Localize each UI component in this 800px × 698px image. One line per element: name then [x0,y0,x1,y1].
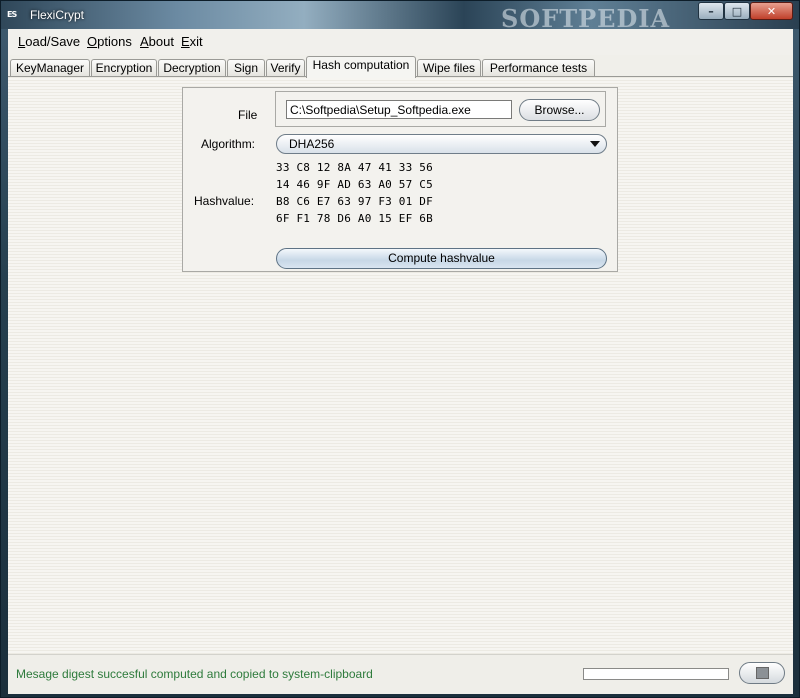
tab-performance-tests[interactable]: Performance tests [482,59,595,77]
client-area: Load/Save Options About Exit KeyManager … [8,29,793,694]
tab-strip: KeyManager Encryption Decryption Sign Ve… [10,56,793,78]
hashvalue-output[interactable]: 33 C8 12 8A 47 41 33 56 14 46 9F AD 63 A… [276,159,607,247]
browse-button[interactable]: Browse... [519,99,600,121]
hash-line: 6F F1 78 D6 A0 15 EF 6B [276,212,433,225]
menu-options[interactable]: Options [87,34,132,49]
stop-button[interactable] [739,662,785,684]
hash-computation-page: File Browse... Algorithm: DHA256 Hashval… [8,77,793,654]
menu-label: xit [189,34,203,49]
app-icon: ES [7,10,17,19]
menu-bar: Load/Save Options About Exit [8,29,793,55]
app-window: ES FlexiCrypt SOFTPEDIA – □ ✕ Load/Save … [0,0,800,698]
tab-wipe-files[interactable]: Wipe files [417,59,481,77]
file-label: File [238,108,258,122]
hash-line: 14 46 9F AD 63 A0 57 C5 [276,178,433,191]
algorithm-select[interactable]: DHA256 [276,134,607,154]
tab-keymanager[interactable]: KeyManager [10,59,90,77]
window-controls: – □ ✕ [698,2,793,20]
stop-icon [756,667,769,679]
menu-mnemonic: A [140,34,149,49]
title-bar[interactable]: ES FlexiCrypt SOFTPEDIA – □ ✕ [1,1,799,33]
menu-label: ptions [97,34,132,49]
hash-line: 33 C8 12 8A 47 41 33 56 [276,161,433,174]
chevron-down-icon [590,141,600,147]
tab-sign[interactable]: Sign [227,59,265,77]
menu-load-save[interactable]: Load/Save [18,34,80,49]
compute-hashvalue-button[interactable]: Compute hashvalue [276,248,607,269]
status-message: Mesage digest succesful computed and cop… [16,667,373,681]
hashvalue-label: Hashvalue: [194,194,255,208]
tab-verify[interactable]: Verify [266,59,305,77]
tab-decryption[interactable]: Decryption [158,59,226,77]
algorithm-label: Algorithm: [201,137,256,151]
algorithm-value: DHA256 [289,137,335,151]
menu-mnemonic: O [87,34,98,49]
minimize-button[interactable]: – [698,2,724,20]
menu-mnemonic: E [181,34,190,49]
tab-encryption[interactable]: Encryption [91,59,157,77]
hash-panel: File Browse... Algorithm: DHA256 Hashval… [182,87,618,272]
window-title: FlexiCrypt [30,8,85,22]
hash-line: B8 C6 E7 63 97 F3 01 DF [276,195,433,208]
menu-exit[interactable]: Exit [181,34,203,49]
menu-label: bout [148,34,174,49]
tab-hash-computation[interactable]: Hash computation [306,56,416,78]
file-path-input[interactable] [286,100,512,119]
close-button[interactable]: ✕ [750,2,793,20]
menu-about[interactable]: About [140,34,174,49]
progress-bar [583,668,729,680]
menu-label: oad/Save [25,34,81,49]
status-bar: Mesage digest succesful computed and cop… [8,654,793,694]
maximize-button[interactable]: □ [724,2,750,20]
